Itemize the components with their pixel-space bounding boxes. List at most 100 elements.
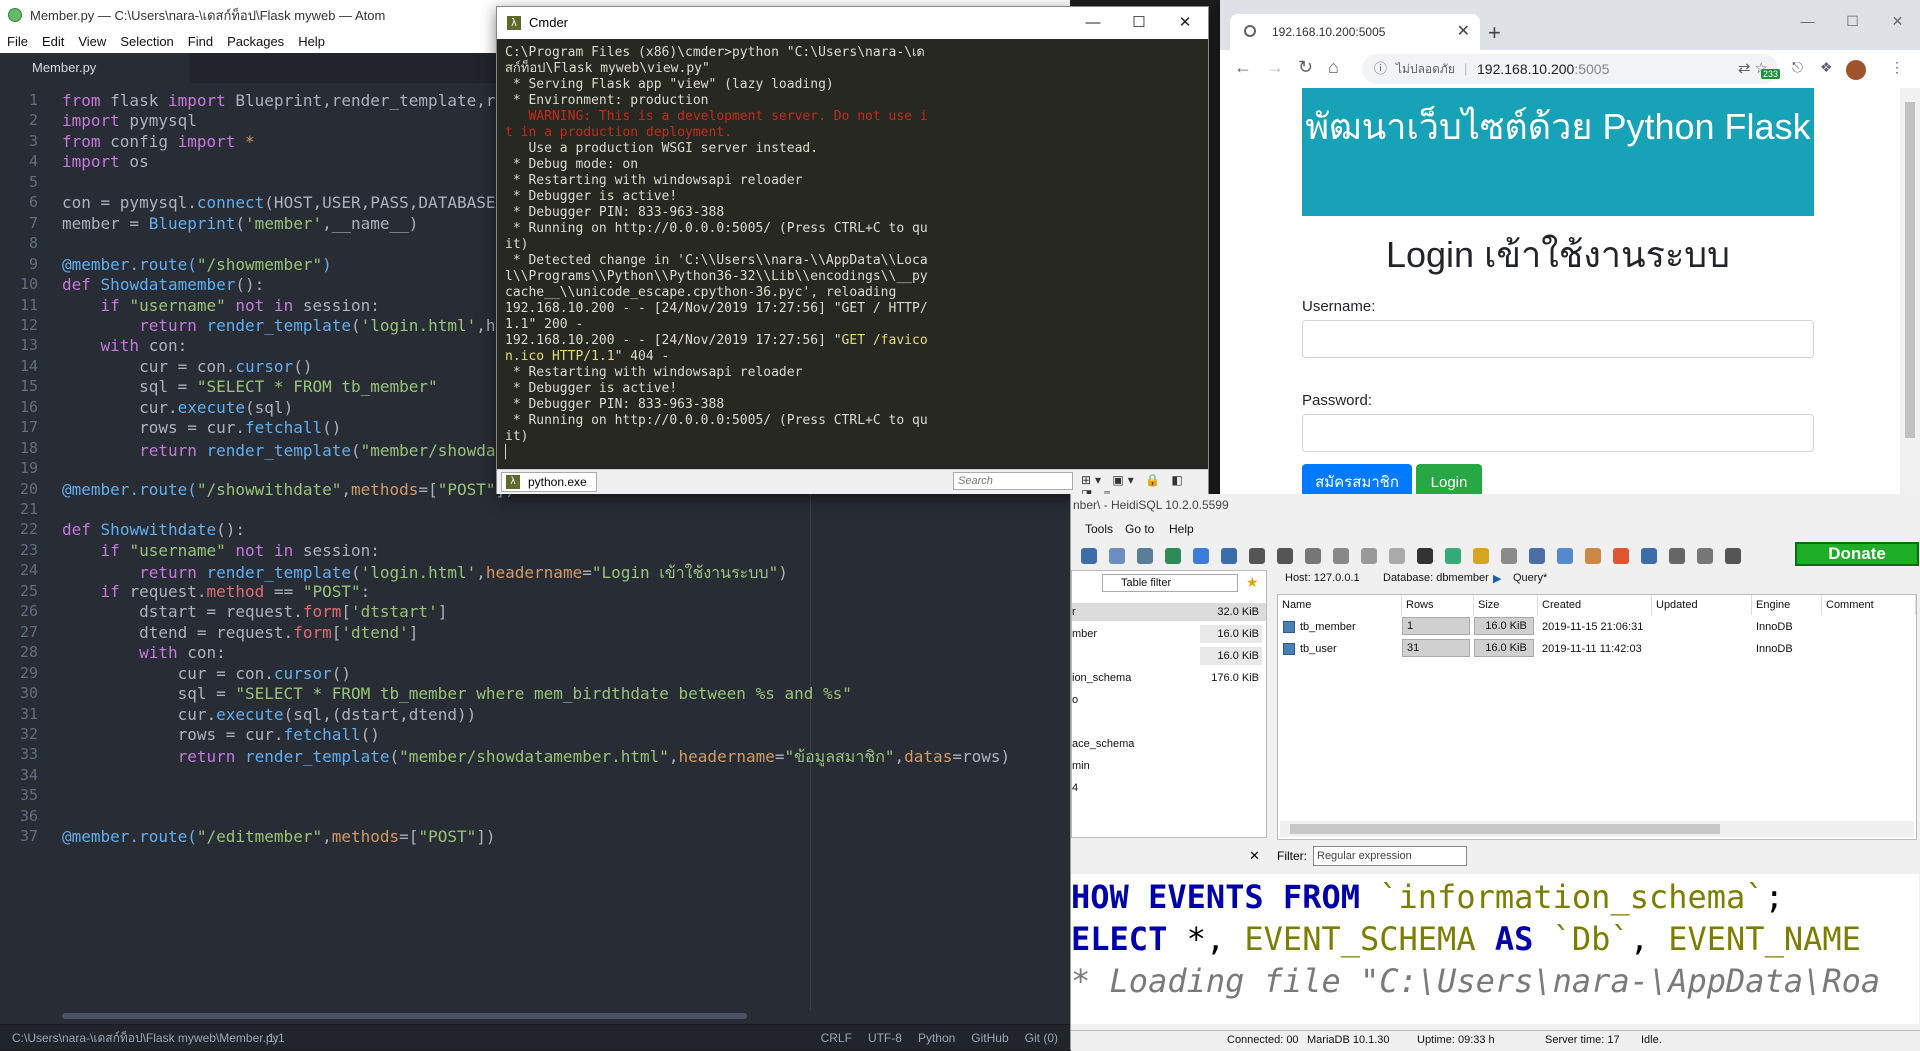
- table-cell[interactable]: [1652, 639, 1748, 659]
- column-header-updated[interactable]: Updated: [1652, 595, 1752, 615]
- toolbar-icon[interactable]: [1445, 548, 1461, 564]
- reload-icon[interactable]: ↻: [1298, 57, 1313, 78]
- toolbar-icon[interactable]: [1613, 548, 1629, 564]
- profile-avatar[interactable]: [1846, 60, 1866, 80]
- status-item-github[interactable]: GitHub: [971, 1031, 1008, 1045]
- toolbar-icon[interactable]: [1641, 548, 1657, 564]
- toolbar-icon[interactable]: [1137, 548, 1153, 564]
- forward-arrow-icon[interactable]: →: [1266, 57, 1284, 78]
- code-line[interactable]: def Showdatamember():: [62, 275, 264, 294]
- menu-view[interactable]: View: [71, 31, 113, 53]
- editor-horizontal-scrollbar[interactable]: [62, 1013, 747, 1019]
- table-cell[interactable]: 1: [1402, 617, 1470, 635]
- status-item-utf-8[interactable]: UTF-8: [868, 1031, 902, 1045]
- minimize-button[interactable]: —: [1785, 0, 1830, 42]
- toolbar-icon[interactable]: [1557, 548, 1573, 564]
- scrollbar-thumb[interactable]: [1290, 824, 1720, 834]
- toolbar-icon[interactable]: [1529, 548, 1545, 564]
- code-line[interactable]: from flask import Blueprint,render_templ…: [62, 91, 563, 110]
- tree-item[interactable]: mber 16.0 KiB: [1072, 625, 1266, 643]
- file-path[interactable]: C:\Users\nara-\เดสก์ท็อป\Flask myweb\Mem…: [12, 1025, 279, 1051]
- code-line[interactable]: return render_template('login.html',hea: [62, 316, 515, 335]
- toolbar-icon[interactable]: [1221, 548, 1237, 564]
- toolbar-icon[interactable]: [1249, 548, 1265, 564]
- cursor-position[interactable]: 1:1: [268, 1025, 285, 1051]
- scrollbar-thumb[interactable]: [1905, 102, 1915, 438]
- toolbar-icon[interactable]: [1165, 548, 1181, 564]
- table-cell[interactable]: [1822, 617, 1912, 637]
- table-cell[interactable]: 2019-11-15 21:06:31: [1538, 617, 1648, 637]
- code-line[interactable]: from config import *: [62, 132, 255, 151]
- code-line[interactable]: cur = con.cursor(): [62, 357, 312, 376]
- menu-help[interactable]: Help: [291, 31, 332, 53]
- minimize-button[interactable]: —: [1070, 7, 1116, 39]
- address-bar[interactable]: ⓘ ไม่ปลอดภัย | 192.168.10.200:5005 ⇄ ☆: [1362, 54, 1778, 84]
- console-tab[interactable]: λ python.exe: [501, 472, 597, 492]
- code-line[interactable]: member = Blueprint('member',__name__): [62, 214, 418, 233]
- toolbar-icon[interactable]: [1361, 548, 1377, 564]
- menu-packages[interactable]: Packages: [220, 31, 291, 53]
- table-cell[interactable]: 16.0 KiB: [1474, 617, 1534, 635]
- menu-find[interactable]: Find: [181, 31, 220, 53]
- page-scrollbar[interactable]: [1900, 88, 1920, 505]
- code-line[interactable]: if request.method == "POST":: [62, 582, 371, 601]
- database-tree[interactable]: Table filter ★ r 32.0 KiB mber 16.0 KiB 16.0…: [1071, 570, 1267, 838]
- code-line[interactable]: dstart = request.form['dtstart']: [62, 602, 447, 621]
- status-item-git-0[interactable]: Git (0): [1025, 1031, 1058, 1045]
- new-tab-button[interactable]: +: [1488, 20, 1501, 46]
- tree-item[interactable]: ace_schema: [1072, 735, 1266, 753]
- donate-button[interactable]: Donate: [1795, 542, 1919, 566]
- tab-query[interactable]: Query*: [1513, 572, 1547, 584]
- menu-file[interactable]: File: [0, 31, 35, 53]
- column-header-engine[interactable]: Engine: [1752, 595, 1822, 615]
- menu-edit[interactable]: Edit: [35, 31, 71, 53]
- browser-tab[interactable]: 192.168.10.200:5005 ✕: [1230, 14, 1480, 50]
- code-line[interactable]: import pymysql: [62, 111, 197, 130]
- filter-input[interactable]: Regular expression: [1313, 846, 1467, 866]
- code-line[interactable]: rows = cur.fetchall(): [62, 725, 380, 744]
- table-cell[interactable]: 16.0 KiB: [1474, 639, 1534, 657]
- grid-horizontal-scrollbar[interactable]: [1280, 821, 1914, 837]
- code-line[interactable]: cur = con.cursor(): [62, 664, 351, 683]
- maximize-button[interactable]: ☐: [1116, 7, 1162, 39]
- toolbar-icon[interactable]: [1305, 548, 1321, 564]
- toolbar-icon[interactable]: [1193, 548, 1209, 564]
- close-tab-icon[interactable]: ✕: [1457, 14, 1470, 50]
- code-line[interactable]: with con:: [62, 643, 226, 662]
- column-header-created[interactable]: Created: [1538, 595, 1652, 615]
- toolbar-icon[interactable]: [1501, 548, 1517, 564]
- code-line[interactable]: rows = cur.fetchall(): [62, 418, 341, 437]
- code-line[interactable]: if "username" not in session:: [62, 296, 380, 315]
- search-input[interactable]: Search: [953, 472, 1073, 490]
- toolbar-icon[interactable]: [1725, 548, 1741, 564]
- code-line[interactable]: @member.route("/showwithdate",methods=["…: [62, 480, 515, 499]
- code-line[interactable]: @member.route("/editmember",methods=["PO…: [62, 827, 496, 846]
- code-line[interactable]: sql = "SELECT * FROM tb_member": [62, 377, 438, 396]
- toolbar-icon[interactable]: [1417, 548, 1433, 564]
- table-cell[interactable]: 31: [1402, 639, 1470, 657]
- code-line[interactable]: sql = "SELECT * FROM tb_member where mem…: [62, 684, 852, 703]
- toolbar-icon[interactable]: [1585, 548, 1601, 564]
- toolbar-icon[interactable]: [1109, 548, 1125, 564]
- table-cell[interactable]: [1652, 617, 1748, 637]
- home-icon[interactable]: ⌂: [1328, 57, 1339, 78]
- code-line[interactable]: with con:: [62, 336, 188, 355]
- menu-icon[interactable]: ⋮: [1890, 59, 1904, 76]
- code-line[interactable]: cur.execute(sql): [62, 398, 293, 417]
- toolbar-icon[interactable]: [1277, 548, 1293, 564]
- close-button[interactable]: ✕: [1875, 0, 1920, 42]
- column-header-comment[interactable]: Comment: [1822, 595, 1916, 615]
- tab-member-py[interactable]: Member.py: [0, 53, 190, 83]
- code-line[interactable]: cur.execute(sql,(dstart,dtend)): [62, 705, 477, 724]
- column-header-name[interactable]: Name: [1278, 595, 1402, 615]
- column-header-rows[interactable]: Rows: [1402, 595, 1474, 615]
- tree-item[interactable]: ion_schema 176.0 KiB: [1072, 669, 1266, 687]
- code-line[interactable]: dtend = request.form['dtend']: [62, 623, 418, 642]
- table-cell[interactable]: tb_user: [1278, 639, 1398, 659]
- star-icon[interactable]: ★: [1246, 574, 1259, 591]
- tab-host[interactable]: Host: 127.0.0.1: [1285, 572, 1360, 584]
- tables-grid[interactable]: Name Rows Size Created Updated Engine Comment t…: [1277, 594, 1917, 840]
- table-cell[interactable]: tb_member: [1278, 617, 1398, 637]
- info-icon[interactable]: ⓘ: [1374, 54, 1387, 84]
- code-line[interactable]: def Showwithdate():: [62, 520, 245, 539]
